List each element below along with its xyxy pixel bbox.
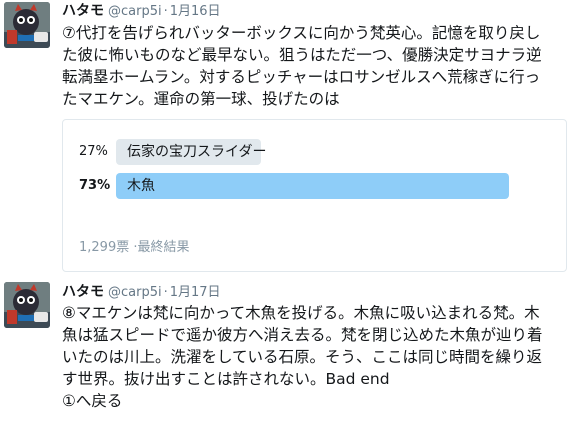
tweet-text-line: ①へ戻る	[62, 392, 123, 410]
mascot-avatar-icon[interactable]	[4, 282, 50, 328]
tweet-text-line: いたのは川上。洗濯をしている石原。そう、ここは同じ時間を繰り返	[62, 348, 543, 366]
poll-option-2: 73% 木魚	[79, 173, 549, 199]
tweet-text-line: たマエケン。運命の第一球、投げたのは	[62, 90, 340, 108]
tweet-text-line: 転満塁ホームラン。対するピッチャーはロサンゼルスへ荒稼ぎに行っ	[62, 68, 541, 86]
tweet-text-line: 魚は猛スピードで遥か彼方へ消え去る。梵を閉じ込めた木魚が辿り着	[62, 326, 543, 344]
tweet-2: ハタモ @carp5i · 1月17日 ⑧マエケンは梵に向かって木魚を投げる。木魚に吸…	[0, 281, 586, 425]
poll-card: 27% 伝家の宝刀スライダー 73% 木魚 1,299票 ·最終結果	[62, 119, 567, 272]
user-handle[interactable]: @carp5i	[108, 285, 162, 300]
tweet-text: ⑦代打を告げられバッターボックスに向かう梵英心。記憶を取り戻し た彼に怖いものなど…	[62, 22, 578, 110]
poll-option-label: 木魚	[127, 178, 155, 194]
poll-option-percent: 27%	[79, 144, 108, 159]
tweet-text-line: す世界。抜け出すことは許されない。Bad end	[62, 370, 390, 388]
poll-option-1: 27% 伝家の宝刀スライダー	[79, 139, 549, 165]
tweet-text-line: ⑦代打を告げられバッターボックスに向かう梵英心。記憶を取り戻し	[62, 24, 541, 42]
poll-status: 最終結果	[137, 240, 190, 255]
user-handle[interactable]: @carp5i	[108, 4, 162, 19]
tweet-text-line: た彼に怖いものなど最早ない。狙うはただ一つ、優勝決定サヨナラ逆	[62, 46, 542, 64]
poll-option-label: 伝家の宝刀スライダー	[127, 144, 267, 160]
tweet-header: ハタモ @carp5i · 1月17日	[62, 283, 221, 301]
tweet-date[interactable]: 1月16日	[170, 4, 221, 19]
poll-meta: 1,299票 ·最終結果	[79, 236, 190, 255]
user-name[interactable]: ハタモ	[62, 3, 104, 19]
separator-dot: ·	[163, 4, 168, 19]
poll-option-bar	[116, 173, 509, 199]
user-name[interactable]: ハタモ	[62, 284, 104, 300]
tweet-1: ハタモ @carp5i · 1月16日 ⑦代打を告げられバッターボックスに向かう梵英心…	[0, 0, 586, 272]
tweet-text-line: ⑧マエケンは梵に向かって木魚を投げる。木魚に吸い込まれる梵。木	[62, 304, 540, 322]
poll-option-percent: 73%	[79, 178, 111, 193]
poll-votes: 1,299票	[79, 240, 130, 255]
mascot-avatar-icon[interactable]	[4, 2, 50, 48]
tweet-header: ハタモ @carp5i · 1月16日	[62, 2, 221, 20]
tweet-date[interactable]: 1月17日	[170, 285, 221, 300]
tweet-text: ⑧マエケンは梵に向かって木魚を投げる。木魚に吸い込まれる梵。木 魚は猛スピードで遥…	[62, 302, 578, 412]
separator-dot: ·	[163, 285, 168, 300]
